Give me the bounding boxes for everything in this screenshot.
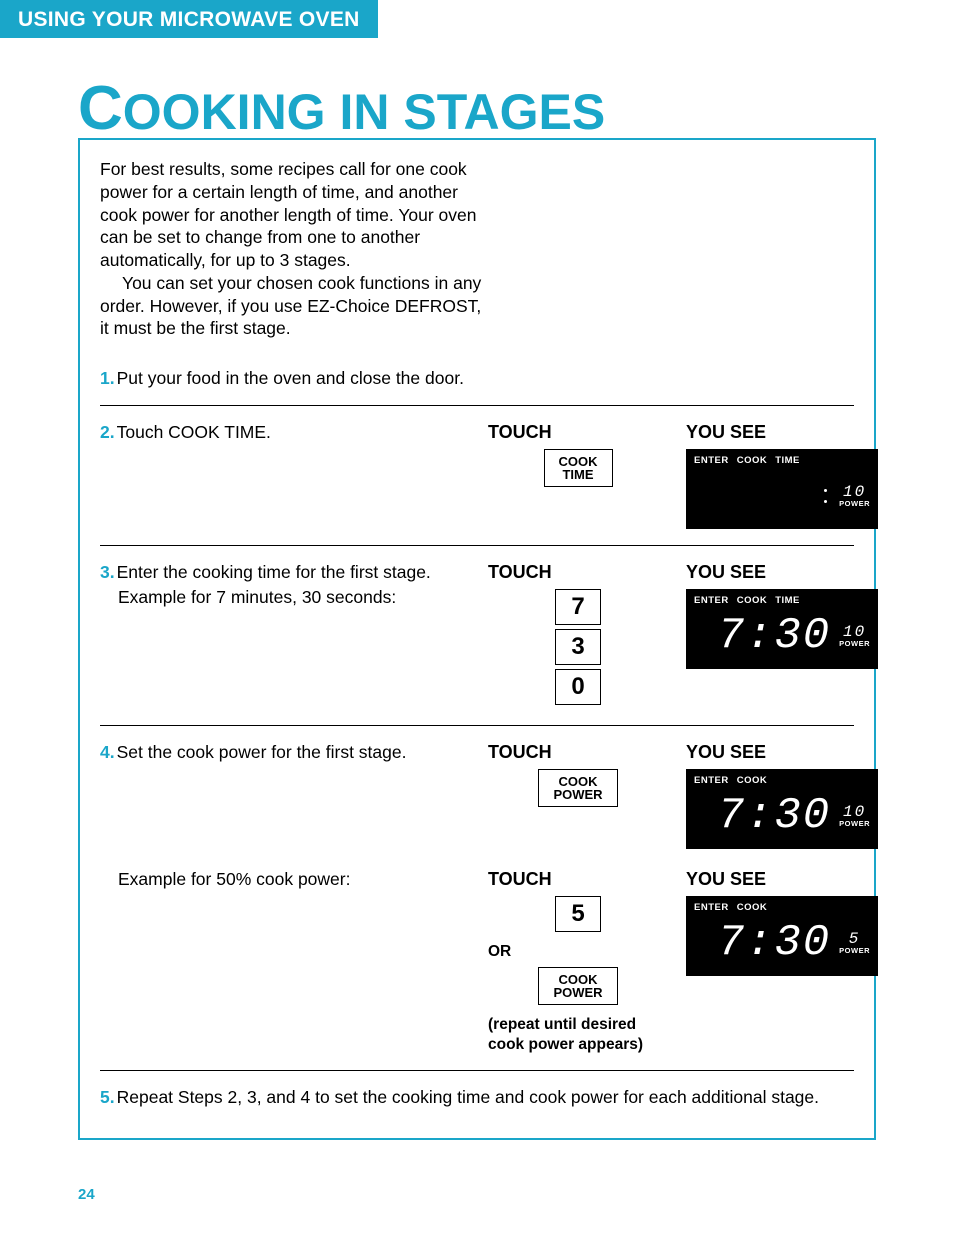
step-num: 1. xyxy=(100,368,115,388)
lcd-display: ENTER COOK 7:30 10 POWER xyxy=(686,769,878,849)
step-body: Put your food in the oven and close the … xyxy=(117,368,464,388)
step-5: 5.Repeat Steps 2, 3, and 4 to set the co… xyxy=(100,1077,854,1118)
or-label: OR xyxy=(488,942,668,961)
lcd-display: ENTER COOK TIME 7:30 10 POWER xyxy=(686,589,878,669)
step-4b-text: Example for 50% cook power: xyxy=(100,869,470,890)
step-1-text: 1.Put your food in the oven and close th… xyxy=(100,368,470,389)
lcd-power-label: POWER xyxy=(839,820,870,828)
lcd-time: 7:30 xyxy=(718,921,832,965)
touch-heading: TOUCH xyxy=(488,742,668,763)
divider xyxy=(100,545,854,546)
lcd-power-label: POWER xyxy=(839,947,870,955)
step-3: 3.Enter the cooking time for the first s… xyxy=(100,552,854,719)
divider xyxy=(100,725,854,726)
step-body: Set the cook power for the first stage. xyxy=(117,742,407,762)
step-4b-touch: TOUCH 5 OR COOKPOWER (repeat until desir… xyxy=(488,869,668,1054)
step-2-display: YOU SEE ENTER COOK TIME 10 POWER xyxy=(686,422,896,529)
keypad-3: 3 xyxy=(555,629,601,665)
intro-text: For best results, some recipes call for … xyxy=(100,158,490,340)
step-num: 5. xyxy=(100,1087,115,1107)
step-num: 2. xyxy=(100,422,115,442)
page-title: COOKING IN STAGES xyxy=(0,38,954,140)
lcd-power-value: 10 xyxy=(843,804,866,820)
touch-heading: TOUCH xyxy=(488,869,668,890)
lcd-power-value: 10 xyxy=(843,484,866,500)
step-4a-text: 4.Set the cook power for the first stage… xyxy=(100,742,470,763)
step-example: Example for 7 minutes, 30 seconds: xyxy=(118,587,470,608)
step-4a-touch: TOUCH COOKPOWER xyxy=(488,742,668,811)
repeat-note: (repeat until desired cook power appears… xyxy=(488,1015,668,1054)
step-3-touch: TOUCH 7 3 0 xyxy=(488,562,668,709)
content-frame: For best results, some recipes call for … xyxy=(78,138,876,1140)
manual-page: USING YOUR MICROWAVE OVEN COOKING IN STA… xyxy=(0,0,954,1235)
yousee-heading: YOU SEE xyxy=(686,562,896,583)
step-4b-display: YOU SEE ENTER COOK 7:30 5 POWER xyxy=(686,869,896,976)
step-body: Touch COOK TIME. xyxy=(117,422,271,442)
lcd-time: 7:30 xyxy=(718,794,832,838)
step-5-text: 5.Repeat Steps 2, 3, and 4 to set the co… xyxy=(100,1087,819,1108)
step-3-display: YOU SEE ENTER COOK TIME 7:30 10 POWER xyxy=(686,562,896,669)
lcd-power-label: POWER xyxy=(839,500,870,508)
keypad-5: 5 xyxy=(555,896,601,932)
step-body: Repeat Steps 2, 3, and 4 to set the cook… xyxy=(117,1087,819,1107)
lcd-power-value: 5 xyxy=(849,931,861,947)
divider xyxy=(100,405,854,406)
step-example: Example for 50% cook power: xyxy=(118,869,470,890)
keypad-0: 0 xyxy=(555,669,601,705)
step-3-text: 3.Enter the cooking time for the first s… xyxy=(100,562,470,608)
intro-p1: For best results, some recipes call for … xyxy=(100,158,490,272)
cook-power-button: COOKPOWER xyxy=(538,967,617,1005)
step-2-touch: TOUCH COOKTIME xyxy=(488,422,668,491)
touch-heading: TOUCH xyxy=(488,422,668,443)
title-initial: C xyxy=(78,74,123,143)
yousee-heading: YOU SEE xyxy=(686,422,896,443)
step-1: 1.Put your food in the oven and close th… xyxy=(100,358,854,399)
touch-heading: TOUCH xyxy=(488,562,668,583)
cook-time-button: COOKTIME xyxy=(544,449,613,487)
title-rest: OOKING IN STAGES xyxy=(123,84,605,140)
yousee-heading: YOU SEE xyxy=(686,869,896,890)
section-tab: USING YOUR MICROWAVE OVEN xyxy=(0,0,378,38)
lcd-time: 7:30 xyxy=(718,614,832,658)
cook-power-button: COOKPOWER xyxy=(538,769,617,807)
divider xyxy=(100,1070,854,1071)
lcd-power-value: 10 xyxy=(843,624,866,640)
step-4a: 4.Set the cook power for the first stage… xyxy=(100,732,854,859)
step-4b: Example for 50% cook power: TOUCH 5 OR C… xyxy=(100,859,854,1064)
keypad-7: 7 xyxy=(555,589,601,625)
page-number: 24 xyxy=(78,1186,95,1203)
step-2: 2.Touch COOK TIME. TOUCH COOKTIME YOU SE… xyxy=(100,412,854,539)
step-num: 4. xyxy=(100,742,115,762)
step-body: Enter the cooking time for the first sta… xyxy=(117,562,431,582)
step-2-text: 2.Touch COOK TIME. xyxy=(100,422,470,443)
lcd-display: ENTER COOK 7:30 5 POWER xyxy=(686,896,878,976)
step-4a-display: YOU SEE ENTER COOK 7:30 10 POWER xyxy=(686,742,896,849)
lcd-display: ENTER COOK TIME 10 POWER xyxy=(686,449,878,529)
intro-p2: You can set your chosen cook functions i… xyxy=(100,272,490,340)
step-num: 3. xyxy=(100,562,115,582)
yousee-heading: YOU SEE xyxy=(686,742,896,763)
lcd-power-label: POWER xyxy=(839,640,870,648)
